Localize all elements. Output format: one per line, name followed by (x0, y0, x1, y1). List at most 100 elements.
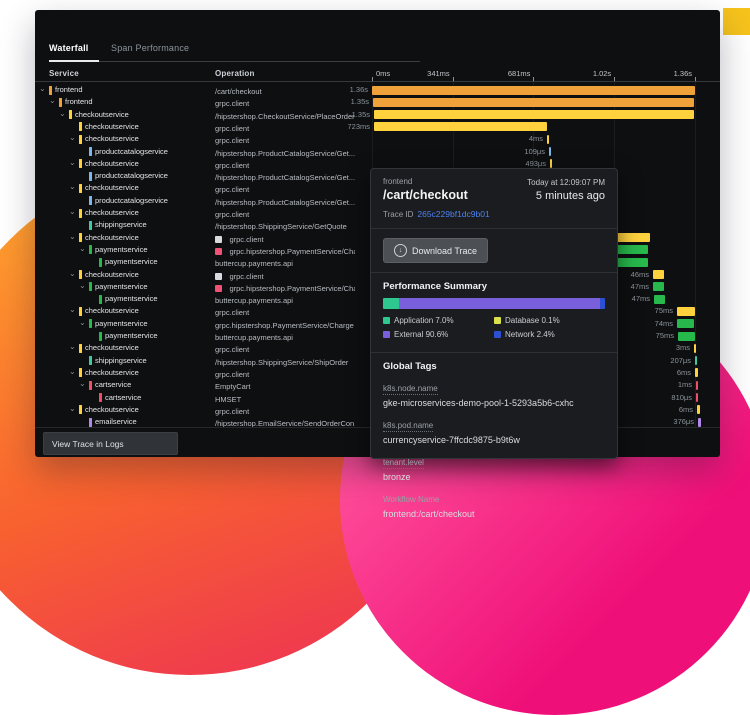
span-bar[interactable] (550, 159, 552, 168)
legend-label: Database 0.1% (505, 316, 560, 325)
span-bar[interactable] (696, 381, 698, 390)
tag-value: frontend:/cart/checkout (383, 509, 605, 519)
table-row[interactable]: checkoutservice grpc.client 723ms (35, 121, 720, 133)
popup-header: frontend /cart/checkout Today at 12:09:0… (371, 169, 617, 229)
legend-label: External 90.6% (394, 330, 448, 339)
chevron-down-icon[interactable]: ⌄ (69, 268, 76, 280)
span-bar[interactable] (549, 147, 551, 156)
service-name: cartservice (95, 379, 131, 391)
table-row[interactable]: productcatalogservice /hipstershop.Produ… (35, 146, 720, 158)
span-bar[interactable] (677, 307, 695, 316)
operation-name: grpc.hipstershop.PaymentService/Charge (215, 321, 354, 330)
tab-span-performance[interactable]: Span Performance (111, 43, 189, 53)
chevron-down-icon[interactable]: ⌄ (69, 304, 76, 316)
service-color-indicator (79, 307, 82, 316)
chevron-down-icon[interactable]: ⌄ (49, 95, 56, 107)
tag-value: currencyservice-7ffcdc9875-b9t6w (383, 435, 605, 445)
span-bar[interactable] (373, 98, 694, 107)
span-bar[interactable] (696, 393, 698, 402)
tag-label: k8s.node.name (383, 384, 438, 395)
span-bar[interactable] (372, 86, 695, 95)
trace-id-link[interactable]: 265c229bf1dc9b01 (417, 209, 489, 219)
legend-swatch (494, 317, 501, 324)
duration-label: 75ms (628, 330, 674, 342)
operation-name: grpc.client (215, 99, 249, 108)
service-color-indicator (99, 295, 102, 304)
service-name: checkoutservice (85, 305, 139, 317)
table-row[interactable]: ⌄ frontend /cart/checkout 1.36s (35, 84, 720, 96)
service-color-indicator (99, 258, 102, 267)
service-name: paymentservice (105, 293, 158, 305)
service-color-indicator (79, 209, 82, 218)
service-color-indicator (69, 110, 72, 119)
service-name: productcatalogservice (95, 195, 168, 207)
operation-name: /hipstershop.ProductCatalogService/Get..… (215, 198, 355, 207)
global-tags-section: Global Tags k8s.node.namegke-microservic… (371, 353, 617, 534)
chevron-down-icon[interactable]: ⌄ (69, 366, 76, 378)
chevron-down-icon[interactable]: ⌄ (79, 243, 86, 255)
column-header: Service Operation 0ms341ms681ms1.02s1.36… (35, 62, 720, 82)
chevron-down-icon[interactable]: ⌄ (59, 108, 66, 120)
ruler-tick-label: 341ms (402, 69, 450, 78)
service-name: productcatalogservice (95, 170, 168, 182)
span-status-icon (215, 273, 222, 280)
duration-label: 810μs (646, 392, 692, 404)
span-bar[interactable] (677, 319, 694, 328)
tag-value: bronze (383, 472, 605, 482)
span-bar[interactable] (374, 110, 694, 119)
operation-name: grpc.client (215, 345, 249, 354)
span-bar[interactable] (694, 344, 696, 353)
chevron-down-icon[interactable]: ⌄ (69, 157, 76, 169)
duration-label: 1.35s (323, 96, 369, 108)
span-status-icon (215, 236, 222, 243)
span-bar[interactable] (653, 270, 664, 279)
span-bar[interactable] (374, 122, 547, 131)
span-bar[interactable] (697, 405, 700, 414)
operation-name: /hipstershop.ShippingService/ShipOrder (215, 358, 348, 367)
span-bar[interactable] (614, 258, 648, 267)
span-bar[interactable] (678, 332, 695, 341)
popup-timestamp: Today at 12:09:07 PM (527, 178, 605, 187)
chevron-down-icon[interactable]: ⌄ (69, 403, 76, 415)
global-tag: Workflow Namefrontend:/cart/checkout (383, 489, 605, 519)
chevron-down-icon[interactable]: ⌄ (79, 280, 86, 292)
operation-name: /hipstershop.ProductCatalogService/Get..… (215, 149, 355, 158)
tab-waterfall[interactable]: Waterfall (49, 43, 88, 53)
service-name: paymentservice (95, 244, 148, 256)
span-bar[interactable] (695, 368, 698, 377)
service-name: checkoutservice (85, 232, 139, 244)
span-bar[interactable] (613, 233, 650, 242)
span-bar[interactable] (613, 245, 648, 254)
duration-label: 1.36s (322, 84, 368, 96)
service-color-indicator (89, 381, 92, 390)
chevron-down-icon[interactable]: ⌄ (69, 181, 76, 193)
chevron-down-icon[interactable]: ⌄ (79, 317, 86, 329)
table-row[interactable]: ⌄ frontend grpc.client 1.35s (35, 96, 720, 108)
chevron-down-icon[interactable]: ⌄ (79, 378, 86, 390)
legend-item: External 90.6% (383, 330, 494, 339)
operation-name: buttercup.payments.api (215, 296, 293, 305)
table-row[interactable]: ⌄ checkoutservice grpc.client 4ms (35, 133, 720, 145)
view-trace-in-logs-button[interactable]: View Trace in Logs (43, 432, 178, 455)
chevron-down-icon[interactable]: ⌄ (39, 83, 46, 95)
span-bar[interactable] (698, 418, 701, 427)
span-bar[interactable] (654, 295, 665, 304)
service-color-indicator (49, 86, 52, 95)
table-row[interactable]: ⌄ checkoutservice /hipstershop.CheckoutS… (35, 109, 720, 121)
chevron-down-icon[interactable]: ⌄ (69, 132, 76, 144)
chevron-down-icon[interactable]: ⌄ (69, 231, 76, 243)
span-status-icon (215, 285, 222, 292)
operation-name: grpc.client (215, 185, 249, 194)
download-trace-button[interactable]: ↓ Download Trace (383, 238, 488, 263)
chevron-down-icon[interactable]: ⌄ (69, 341, 76, 353)
chevron-down-icon[interactable]: ⌄ (69, 206, 76, 218)
service-color-indicator (99, 393, 102, 402)
operation-name: grpc.client (229, 272, 263, 281)
duration-label: 723ms (324, 121, 370, 133)
span-bar[interactable] (547, 135, 549, 144)
service-color-indicator (79, 122, 82, 131)
span-bar[interactable] (653, 282, 664, 291)
span-bar[interactable] (695, 356, 697, 365)
legend-label: Network 2.4% (505, 330, 555, 339)
column-service: Service (49, 69, 79, 78)
